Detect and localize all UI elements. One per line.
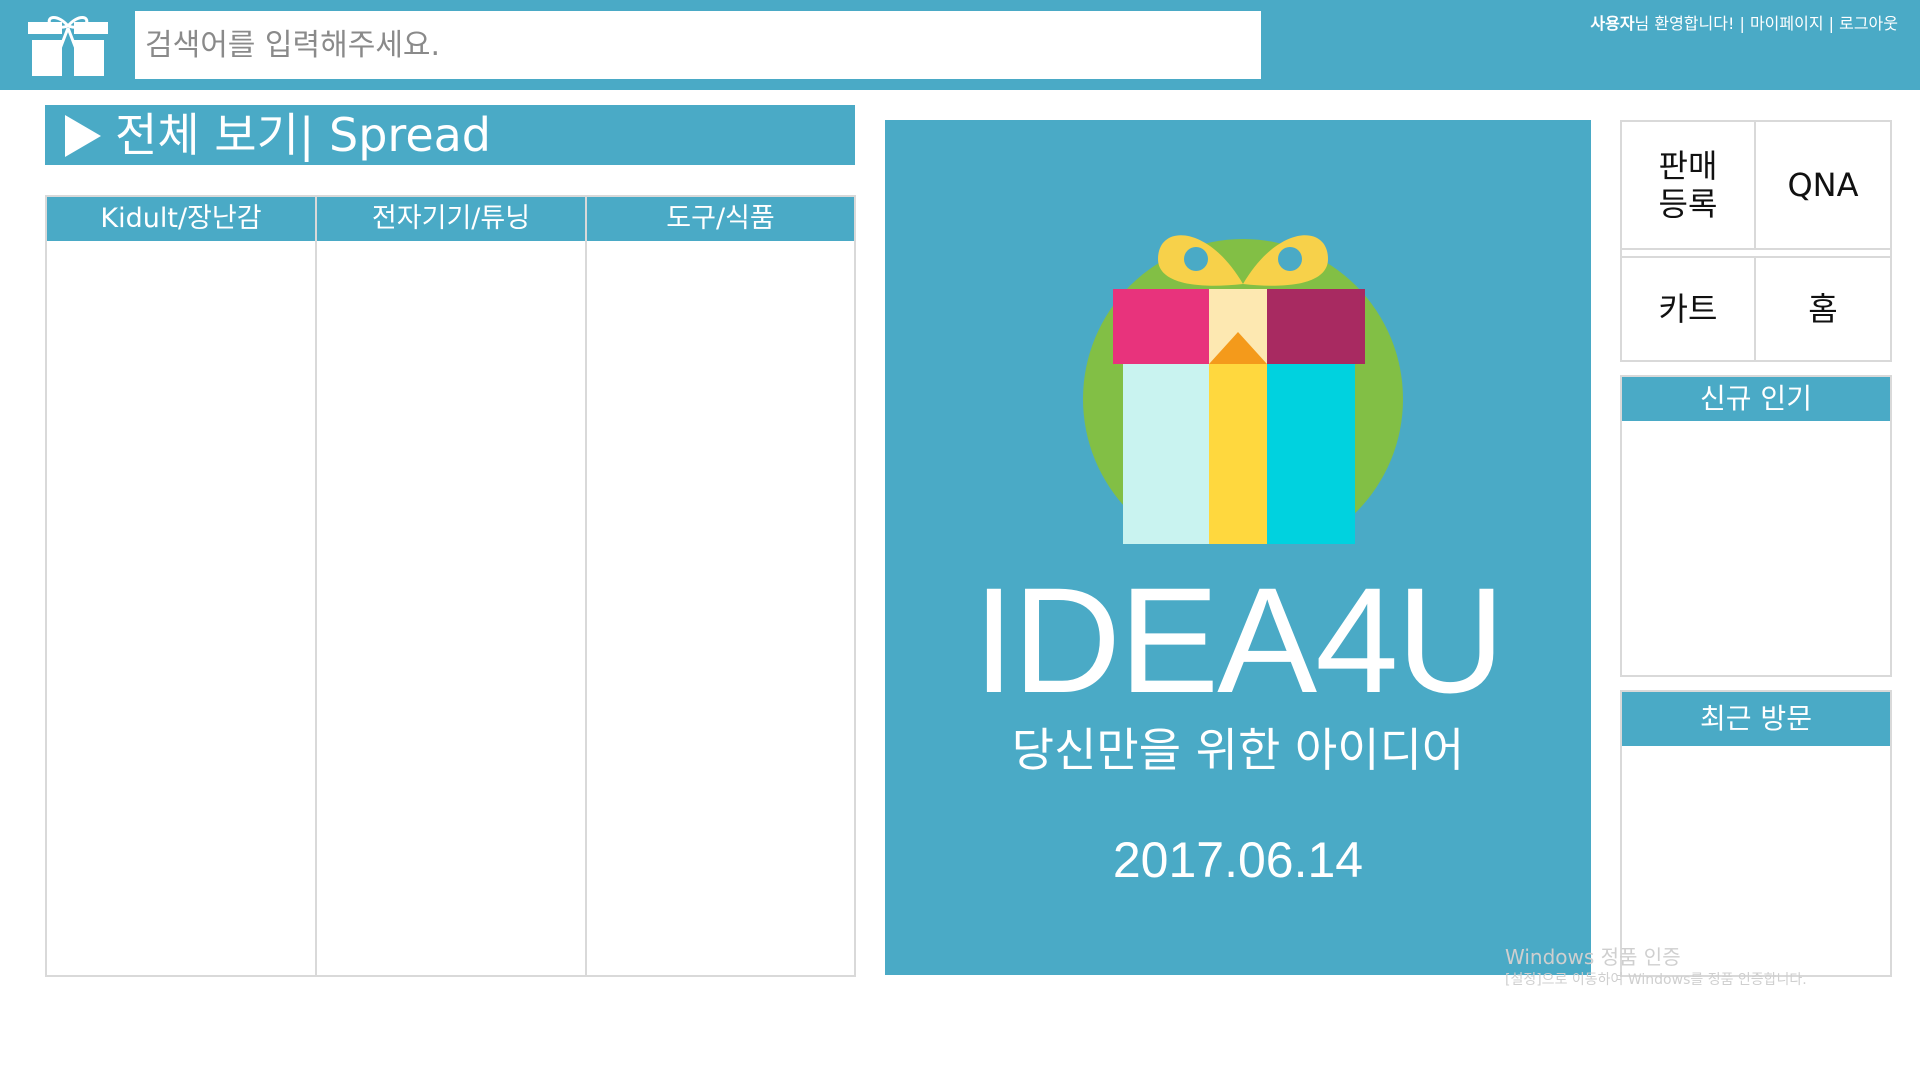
nav-separator: |: [1734, 14, 1750, 33]
category-column-kidult[interactable]: Kidult/장난감: [47, 197, 317, 975]
cart-button[interactable]: 카트: [1622, 256, 1756, 360]
recent-visit-panel: 최근 방문: [1620, 690, 1892, 977]
windows-activation-watermark: Windows 정품 인증 [설정]으로 이동하여 Windows를 정품 인증…: [1505, 944, 1807, 990]
watermark-line2: [설정]으로 이동하여 Windows를 정품 인증합니다.: [1505, 972, 1807, 988]
new-popular-panel: 신규 인기: [1620, 375, 1892, 677]
category-table: Kidult/장난감 전자기기/튜닝 도구/식품: [45, 195, 856, 977]
category-label[interactable]: 전자기기/튜닝: [317, 197, 585, 241]
user-nav: 사용자님 환영합니다! | 마이페이지 | 로그아웃: [1590, 10, 1898, 34]
category-column-tools[interactable]: 도구/식품: [587, 197, 854, 975]
welcome-text: 님 환영합니다!: [1634, 14, 1735, 33]
user-name: 사용자: [1590, 14, 1635, 33]
brand-title: IDEA4U: [973, 556, 1505, 724]
category-column-electronics[interactable]: 전자기기/튜닝: [317, 197, 587, 975]
sell-label-line2: 등록: [1658, 185, 1718, 223]
logout-link[interactable]: 로그아웃: [1839, 14, 1898, 33]
home-label: 홈: [1808, 290, 1838, 328]
gift-box-icon: [1083, 235, 1403, 544]
new-popular-heading: 신규 인기: [1622, 377, 1890, 421]
category-label[interactable]: 도구/식품: [587, 197, 854, 241]
watermark-line1: Windows 정품 인증: [1505, 945, 1681, 969]
search-input[interactable]: [135, 11, 1261, 79]
sell-label-line1: 판매: [1658, 147, 1718, 185]
spread-title: 전체 보기| Spread: [115, 108, 492, 162]
cart-label: 카트: [1658, 290, 1718, 328]
recent-visit-heading: 최근 방문: [1622, 692, 1890, 746]
spread-title-bar: 전체 보기| Spread: [45, 105, 855, 165]
play-triangle-icon: [65, 114, 101, 157]
top-header: 사용자님 환영합니다! | 마이페이지 | 로그아웃: [0, 0, 1920, 90]
nav-separator: |: [1823, 14, 1840, 33]
gift-icon[interactable]: [28, 14, 108, 76]
sell-register-button[interactable]: 판매 등록: [1622, 122, 1756, 250]
qna-label: QNA: [1787, 166, 1859, 204]
qna-button[interactable]: QNA: [1756, 122, 1890, 250]
home-button[interactable]: 홈: [1756, 256, 1890, 360]
main-banner: IDEA4U 당신만을 위한 아이디어 2017.06.14: [885, 120, 1591, 975]
banner-date: 2017.06.14: [1112, 832, 1364, 888]
mypage-link[interactable]: 마이페이지: [1750, 14, 1824, 33]
brand-tagline: 당신만을 위한 아이디어: [1011, 723, 1465, 777]
quick-menu: 판매 등록 QNA 카트 홈: [1620, 120, 1892, 362]
category-label[interactable]: Kidult/장난감: [47, 197, 315, 241]
